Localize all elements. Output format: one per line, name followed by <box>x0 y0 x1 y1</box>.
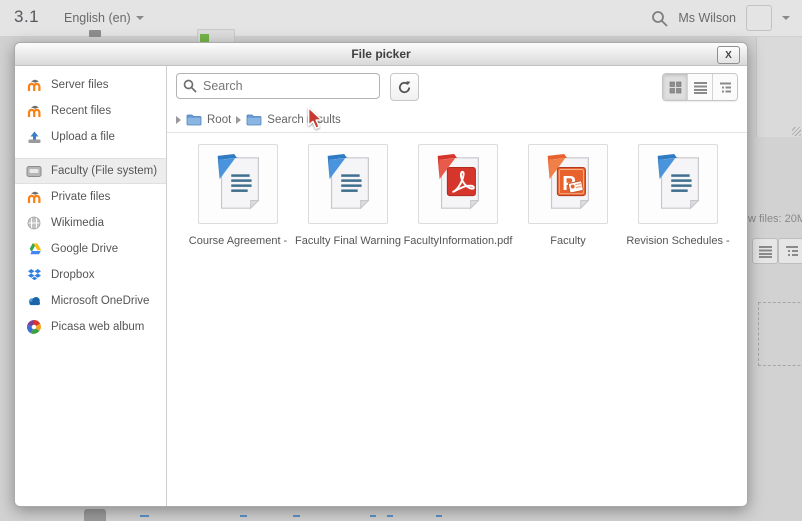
background-upload-hint: w files: 20MB <box>748 213 802 225</box>
dialog-header[interactable]: File picker X <box>15 43 747 66</box>
background-fragment <box>84 509 106 521</box>
background-fragment <box>293 515 300 517</box>
file-tile[interactable]: P Faculty <box>513 144 623 247</box>
sidebar-item-upload-a-file[interactable]: Upload a file <box>15 124 166 150</box>
language-selector[interactable]: English (en) <box>64 11 144 25</box>
folder-icon <box>186 113 202 126</box>
language-label: English (en) <box>64 11 131 25</box>
refresh-button[interactable] <box>390 73 419 101</box>
background-tree-view-button <box>778 238 802 264</box>
document-icon <box>638 144 718 224</box>
view-toggle-group <box>662 73 738 101</box>
filesystem-icon <box>26 164 42 178</box>
search-icon <box>183 79 197 98</box>
sidebar-item-microsoft-onedrive[interactable]: Microsoft OneDrive <box>15 288 166 314</box>
caret-down-icon <box>136 16 144 20</box>
file-list: Course Agreement - Faculty Final Warning… <box>167 133 747 247</box>
moodle-icon <box>26 190 42 204</box>
file-tile[interactable]: FacultyInformation.pdf <box>403 144 513 247</box>
background-textarea-fragment <box>756 37 802 137</box>
caret-right-icon[interactable] <box>176 116 181 124</box>
picasa-icon <box>26 320 42 334</box>
background-fragment <box>436 515 442 517</box>
background-dropzone-fragment <box>758 302 802 366</box>
onedrive-icon <box>26 294 42 308</box>
background-fragment <box>140 515 149 517</box>
background-fragment <box>387 515 393 517</box>
sidebar-item-label: Dropbox <box>51 269 94 281</box>
close-button[interactable]: X <box>717 46 740 64</box>
file-picker-main: Root Search results Course Agreement - <box>167 66 747 506</box>
sidebar-item-private-files[interactable]: Private files <box>15 184 166 210</box>
folder-icon <box>246 113 262 126</box>
sidebar-item-faculty-file-system[interactable]: Faculty (File system) <box>15 158 166 184</box>
sidebar-item-dropbox[interactable]: Dropbox <box>15 262 166 288</box>
file-name: Revision Schedules - <box>626 235 729 247</box>
breadcrumb: Root Search results <box>167 107 747 133</box>
sidebar-item-picasa-web-album[interactable]: Picasa web album <box>15 314 166 340</box>
document-icon <box>308 144 388 224</box>
moodle-icon <box>26 78 42 92</box>
resize-handle-icon <box>792 127 801 136</box>
file-tile[interactable]: Faculty Final Warning <box>293 144 403 247</box>
toolbar <box>167 66 747 107</box>
repository-sidebar: Server files Recent files Upload a file … <box>15 66 167 506</box>
list-view-button[interactable] <box>687 74 712 100</box>
sidebar-item-label: Private files <box>51 191 110 203</box>
file-name: Faculty Final Warning <box>295 235 401 247</box>
upload-icon <box>26 130 42 144</box>
google-drive-icon <box>26 242 42 256</box>
breadcrumb-item-root[interactable]: Root <box>207 114 231 126</box>
tree-view-button[interactable] <box>712 74 737 100</box>
background-fragment <box>370 515 376 517</box>
powerpoint-icon: P <box>528 144 608 224</box>
user-menu-caret-icon[interactable] <box>782 16 790 20</box>
sidebar-item-label: Faculty (File system) <box>51 165 157 177</box>
top-bar: 3.1 English (en) Ms Wilson <box>0 0 802 37</box>
sidebar-item-label: Picasa web album <box>51 321 144 333</box>
sidebar-item-label: Google Drive <box>51 243 118 255</box>
file-picker-dialog: File picker X Server files Recent files <box>14 42 748 507</box>
background-fragment <box>89 30 101 37</box>
file-tile[interactable]: Course Agreement - <box>183 144 293 247</box>
sidebar-item-google-drive[interactable]: Google Drive <box>15 236 166 262</box>
dialog-title: File picker <box>351 47 410 61</box>
user-name: Ms Wilson <box>678 11 736 25</box>
moodle-icon <box>26 104 42 118</box>
sidebar-item-recent-files[interactable]: Recent files <box>15 98 166 124</box>
sidebar-item-label: Server files <box>51 79 109 91</box>
avatar[interactable] <box>746 5 772 31</box>
icons-view-button[interactable] <box>663 74 687 100</box>
background-fragment <box>200 34 209 42</box>
background-list-view-button <box>752 238 778 264</box>
wikimedia-icon <box>26 216 42 230</box>
mouse-cursor-icon <box>303 106 325 136</box>
sidebar-item-server-files[interactable]: Server files <box>15 72 166 98</box>
site-version: 3.1 <box>14 7 39 27</box>
sidebar-item-label: Wikimedia <box>51 217 104 229</box>
sidebar-item-label: Recent files <box>51 105 111 117</box>
sidebar-item-wikimedia[interactable]: Wikimedia <box>15 210 166 236</box>
sidebar-item-label: Microsoft OneDrive <box>51 295 149 307</box>
sidebar-item-label: Upload a file <box>51 131 115 143</box>
caret-right-icon <box>236 116 241 124</box>
pdf-icon <box>418 144 498 224</box>
search-icon[interactable] <box>651 10 668 27</box>
file-name: Faculty <box>550 235 585 247</box>
dropbox-icon <box>26 268 42 282</box>
file-name: FacultyInformation.pdf <box>404 235 513 247</box>
background-fragment <box>240 515 247 517</box>
file-tile[interactable]: Revision Schedules - <box>623 144 733 247</box>
file-name: Course Agreement - <box>189 235 287 247</box>
document-icon <box>198 144 278 224</box>
search-input[interactable] <box>176 73 380 99</box>
